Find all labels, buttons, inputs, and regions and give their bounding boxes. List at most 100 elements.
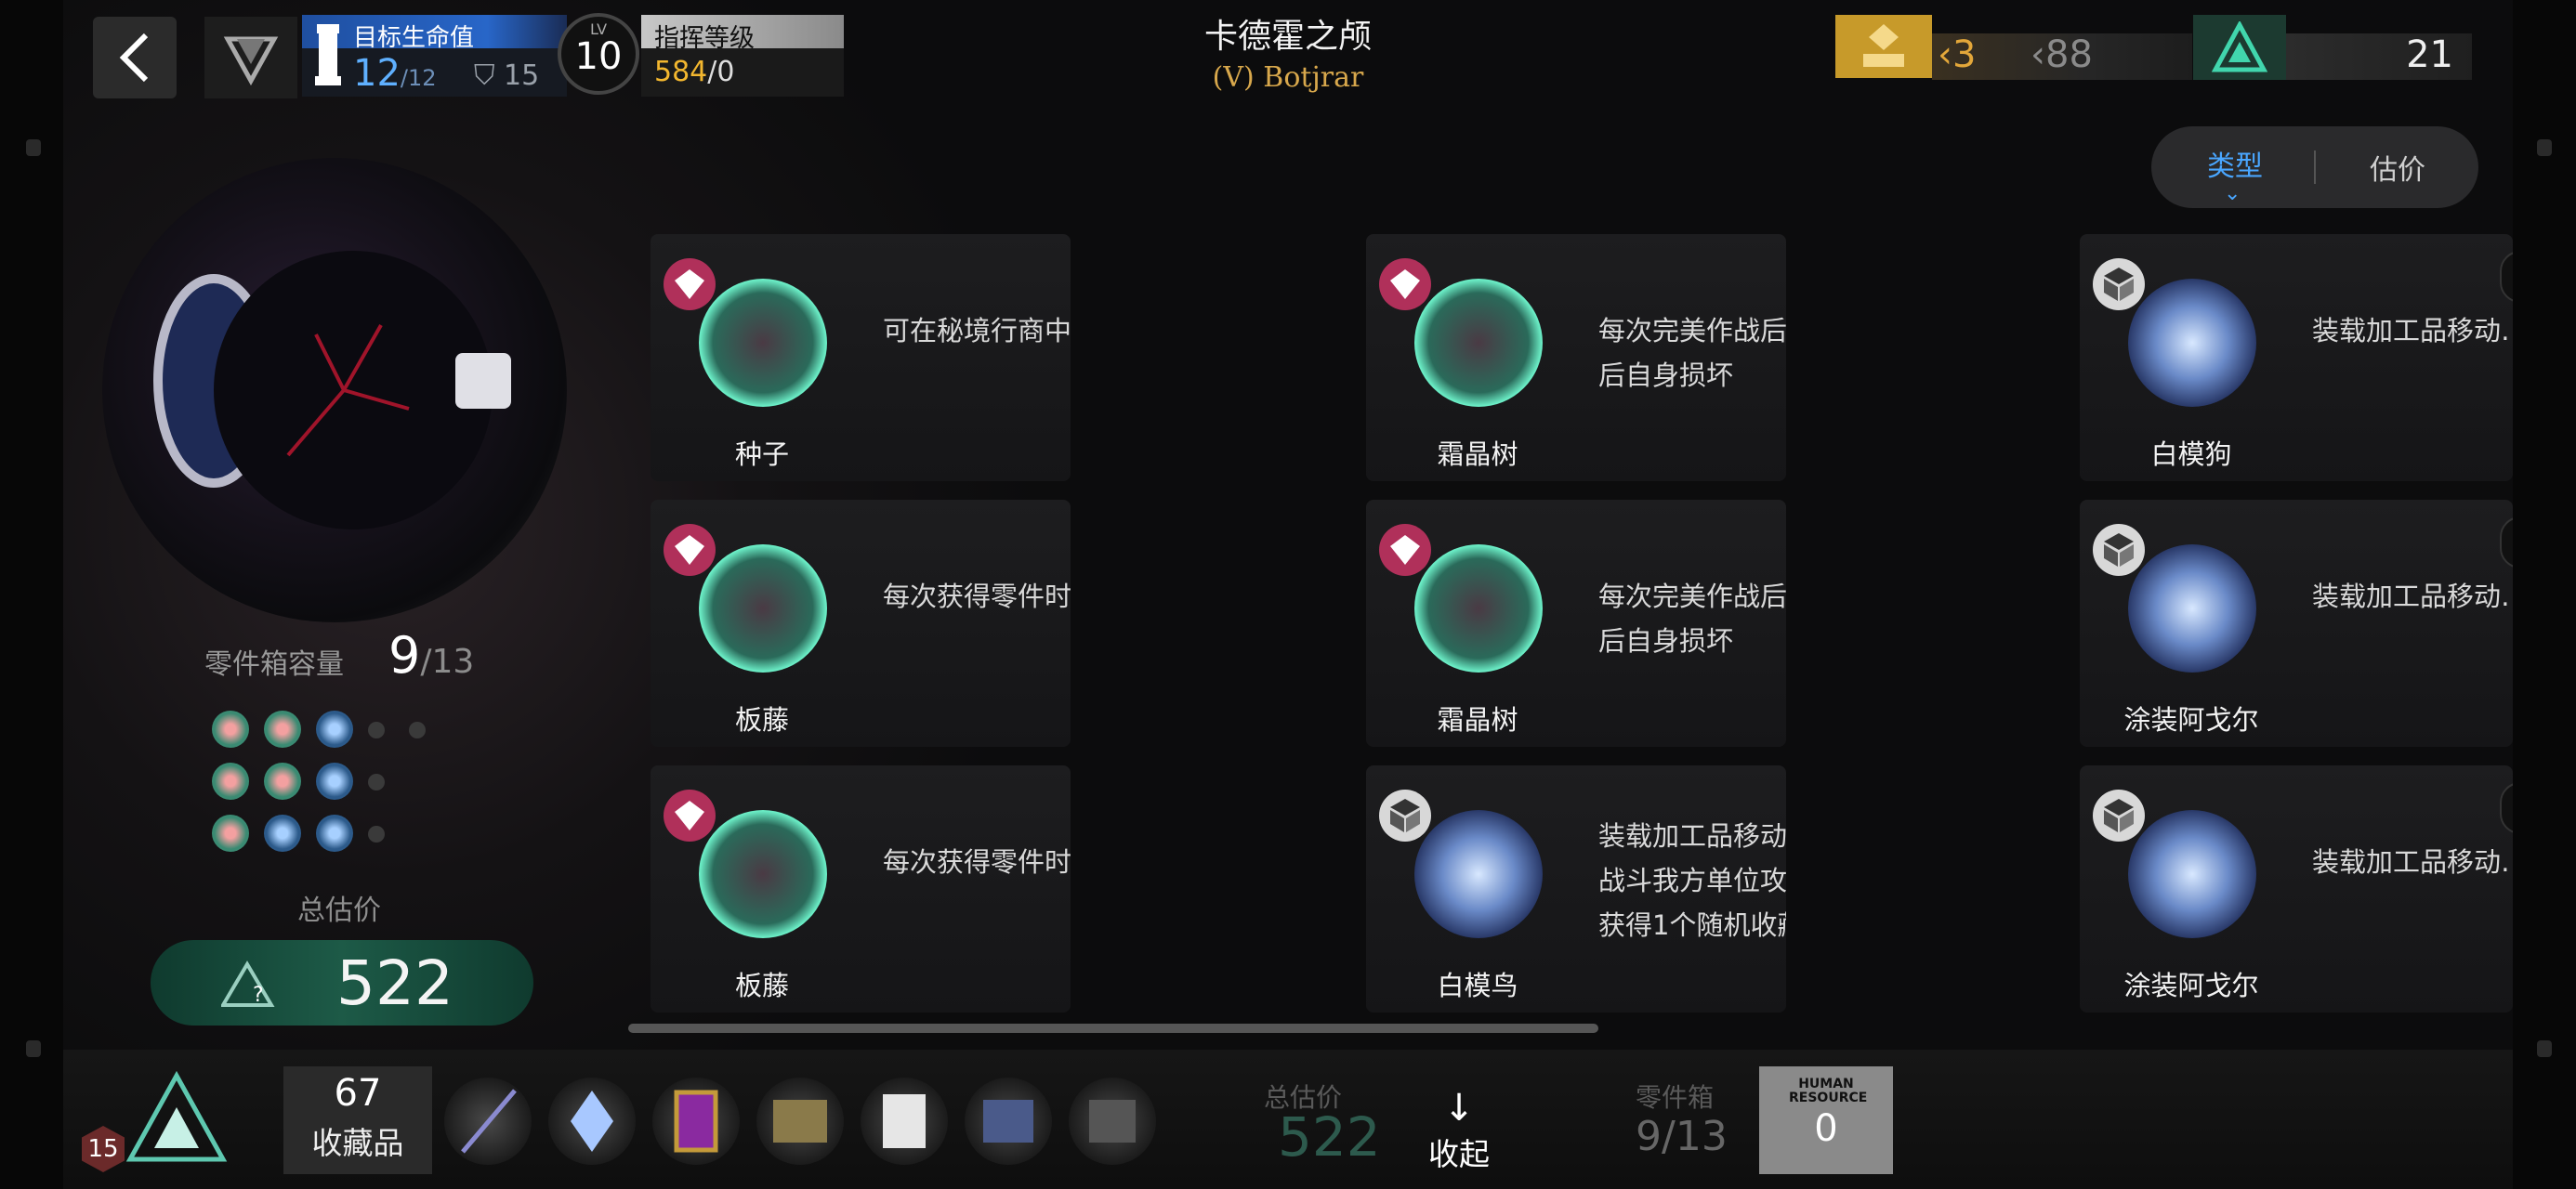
sort-by-estimate[interactable]: 估价 [2370, 147, 2425, 188]
item-name: 霜晶树 [1437, 438, 1518, 470]
back-button[interactable] [93, 17, 177, 98]
item-name: 涂装阿戈尔 [2123, 704, 2259, 736]
item-card[interactable]: 板藤每次获得零件时估价+4?8188 [651, 765, 1071, 1013]
command-level-value: 584/0 [654, 56, 735, 88]
cube-icon [2093, 524, 2145, 576]
item-name: 白模鸟 [1437, 970, 1518, 1001]
collection-count: 67 [334, 1072, 382, 1115]
hp-label: 目标生命值 [353, 24, 475, 52]
total-estimate-value: 522 [336, 947, 453, 1019]
collection-item-card[interactable] [965, 1078, 1052, 1165]
item-card[interactable]: 白模鸟 装载加工品移动至作战节点时，本次战斗我方单位攻击速度+50，战斗后获得1个… [1366, 765, 1786, 1013]
item-art [699, 544, 827, 673]
collection-item-book[interactable] [756, 1078, 844, 1165]
sort-toggle[interactable]: 类型 ⌄ 估价 [2151, 126, 2478, 208]
item-card[interactable]: 板藤每次获得零件时估价+4?8148 [651, 500, 1071, 747]
sort-by-type[interactable]: 类型 [2207, 143, 2263, 184]
item-card[interactable]: 霜晶树每次完美作战后估价+4，非完美作战后自身损坏?690 [1366, 234, 1786, 481]
price-pill [2500, 516, 2513, 568]
tower-icon [315, 24, 341, 85]
total-estimate-label: 总估价 [297, 895, 381, 927]
collapse-button[interactable]: ↓ 收起 [1422, 1087, 1496, 1174]
item-description: 装载加工品移动…获得2个随机收… [2312, 581, 2513, 612]
item-description: 装载加工品移动至作战节点时，本次战斗我方单位攻击速度+50，战斗后获得1个随机收… [1598, 820, 1786, 941]
rail-notch [2537, 139, 2552, 156]
item-art [1414, 544, 1543, 673]
target-hp-panel: 目标生命值 12/12 ⛉ 15 [302, 15, 567, 97]
horizontal-scrollbar[interactable] [628, 1024, 1598, 1033]
green-triangle-icon [2193, 15, 2286, 80]
human-resource-label: HUMAN RESOURCE [1789, 1077, 1868, 1105]
item-name: 种子 [734, 438, 789, 470]
item-art [2128, 279, 2256, 407]
item-art [1414, 810, 1543, 938]
item-description: 可在秘境行商中培育并获得奖励 [883, 315, 1071, 346]
collection-item-spear[interactable] [444, 1078, 532, 1165]
gem-icon [1379, 524, 1431, 576]
item-name: 霜晶树 [1437, 704, 1518, 736]
capacity-label: 零件箱容量 [204, 648, 344, 681]
shield-icon: ⛉ [474, 59, 495, 92]
cube-icon [1379, 790, 1431, 842]
price-pill [2500, 782, 2513, 834]
item-description: 装载加工品移动…获得2个随机收… [2312, 846, 2513, 878]
command-level-label: 指挥等级 [654, 24, 755, 53]
item-card[interactable]: 白模狗 装载加工品移动…获得1个随机收… [2080, 234, 2513, 481]
collection-label: 收藏品 [311, 1125, 404, 1161]
item-description: 装载加工品移动…获得1个随机收… [2312, 315, 2513, 346]
item-art [699, 810, 827, 938]
price-pill [2500, 251, 2513, 303]
item-art [2128, 810, 2256, 938]
item-description: 每次完美作战后估价+4，非完美作战后自身损坏 [1598, 315, 1786, 391]
page-subtitle: (V) Botjrar [1212, 61, 1364, 94]
faction-emblem-icon [204, 17, 297, 98]
right-rail [2513, 0, 2576, 1189]
capacity-value: 9/13 [388, 626, 475, 685]
item-name: 板藤 [734, 704, 789, 736]
item-description: 每次获得零件时估价+4 [883, 581, 1071, 612]
gem-icon [664, 790, 716, 842]
green-value: 21 [2406, 33, 2453, 76]
collection-item-device[interactable] [1069, 1078, 1156, 1165]
item-description: 每次完美作战后估价+4，非完美作战后自身损坏 [1598, 581, 1786, 657]
estimate-icon: ? [221, 960, 275, 1007]
gold-value-2: ‹88 [2031, 33, 2093, 76]
item-card[interactable]: 霜晶树每次完美作战后估价+4，非完美作战后自身损坏?690 [1366, 500, 1786, 747]
bottom-box-value: 9/13 [1636, 1113, 1728, 1160]
item-card[interactable]: 涂装阿戈尔 装载加工品移动…获得2个随机收… [2080, 500, 2513, 747]
level-value: 10 [574, 35, 623, 78]
human-resource-value: 0 [1814, 1107, 1838, 1150]
item-card[interactable]: 种子可在秘境行商中培育并获得奖励?2 [651, 234, 1071, 481]
item-art [2128, 544, 2256, 673]
item-name: 板藤 [734, 970, 789, 1001]
item-art [699, 279, 827, 407]
bottom-total-value: 522 [1278, 1105, 1381, 1169]
human-resource-button[interactable]: HUMAN RESOURCE 0 [1759, 1066, 1893, 1174]
arrow-down-icon: ↓ [1443, 1087, 1475, 1130]
cube-icon [2093, 790, 2145, 842]
total-estimate-pill: ? 522 [151, 940, 533, 1026]
gem-icon [664, 258, 716, 310]
shield-value: ⛉ 15 [474, 59, 540, 92]
collection-item-crystal[interactable] [548, 1078, 636, 1165]
command-level-panel: 指挥等级 584/0 [641, 15, 844, 97]
cube-icon [2093, 258, 2145, 310]
pyramid-logo-icon [121, 1066, 232, 1178]
collection-button[interactable]: 67 收藏品 [283, 1066, 432, 1174]
collection-item-paper[interactable] [861, 1078, 948, 1165]
bottom-box-label: 零件箱 [1636, 1082, 1715, 1113]
left-rail [0, 0, 63, 1189]
collapse-label: 收起 [1428, 1136, 1490, 1172]
item-art [1414, 279, 1543, 407]
chevron-left-icon [119, 33, 149, 83]
hp-value: 12/12 [353, 52, 437, 95]
gem-icon [1379, 258, 1431, 310]
collection-item-frame[interactable] [652, 1078, 740, 1165]
item-name: 涂装阿戈尔 [2123, 970, 2259, 1001]
crown-icon [1835, 15, 1932, 78]
skull-eye-orb [102, 158, 567, 622]
svg-text:?: ? [253, 984, 264, 1007]
item-name: 白模狗 [2150, 438, 2232, 470]
level-badge: LV 10 [558, 13, 639, 95]
item-card[interactable]: 涂装阿戈尔 装载加工品移动…获得2个随机收… [2080, 765, 2513, 1013]
